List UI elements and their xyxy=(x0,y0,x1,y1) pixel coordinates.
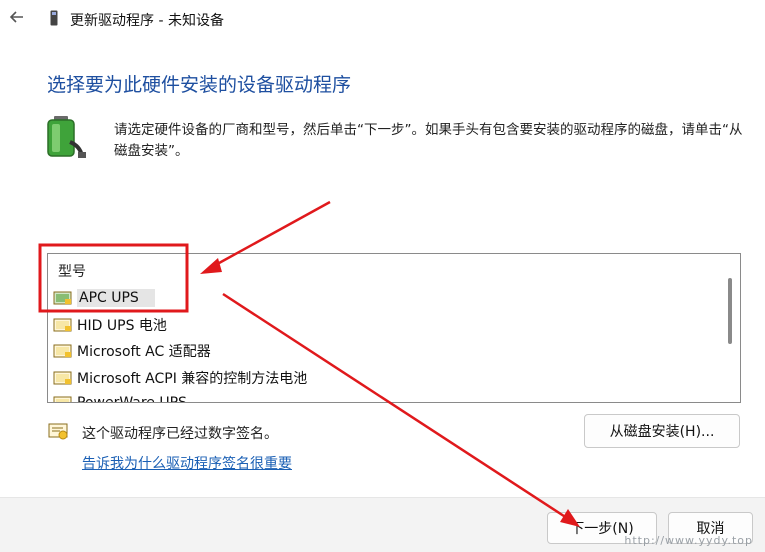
list-item[interactable]: Microsoft ACPI 兼容的控制方法电池 xyxy=(53,367,307,389)
list-item[interactable]: APC UPS xyxy=(53,287,155,309)
back-arrow-icon[interactable] xyxy=(6,8,28,30)
device-icon xyxy=(50,10,58,26)
instructions-text: 请选定硬件设备的厂商和型号，然后单击“下一步”。如果手头有包含要安装的驱动程序的… xyxy=(114,122,743,159)
page-heading: 选择要为此硬件安装的设备驱动程序 xyxy=(47,74,352,96)
battery-icon xyxy=(53,344,73,358)
window-title: 更新驱动程序 - 未知设备 xyxy=(70,13,224,29)
driver-signing-help-link[interactable]: 告诉我为什么驱动程序签名很重要 xyxy=(82,453,292,473)
signature-status-text: 这个驱动程序已经过数字签名。 xyxy=(82,426,278,442)
list-item[interactable]: Microsoft AC 适配器 xyxy=(53,340,211,362)
list-item-label: Microsoft AC 适配器 xyxy=(77,344,211,360)
list-header-model: 型号 xyxy=(58,264,86,280)
certificate-icon xyxy=(48,423,70,441)
battery-icon xyxy=(53,396,73,402)
battery-icon xyxy=(53,318,73,332)
list-scrollbar[interactable] xyxy=(728,278,732,344)
list-item-label: HID UPS 电池 xyxy=(77,318,167,334)
battery-icon xyxy=(53,291,73,305)
list-item-label: APC UPS xyxy=(77,289,155,307)
list-item[interactable]: HID UPS 电池 xyxy=(53,314,167,336)
battery-icon xyxy=(53,371,73,385)
battery-device-icon xyxy=(44,112,88,160)
list-item-label: PowerWare UPS xyxy=(77,395,187,403)
watermark: http://www.yydy.top xyxy=(624,534,753,547)
title-bar: 更新驱动程序 - 未知设备 xyxy=(0,0,765,38)
model-listbox[interactable]: 型号 APC UPS HID UPS 电池 Microsoft AC 适配器 M… xyxy=(47,253,741,403)
have-disk-button[interactable]: 从磁盘安装(H)... xyxy=(584,414,740,448)
list-item[interactable]: PowerWare UPS xyxy=(53,392,187,403)
list-item-label: Microsoft ACPI 兼容的控制方法电池 xyxy=(77,371,308,387)
